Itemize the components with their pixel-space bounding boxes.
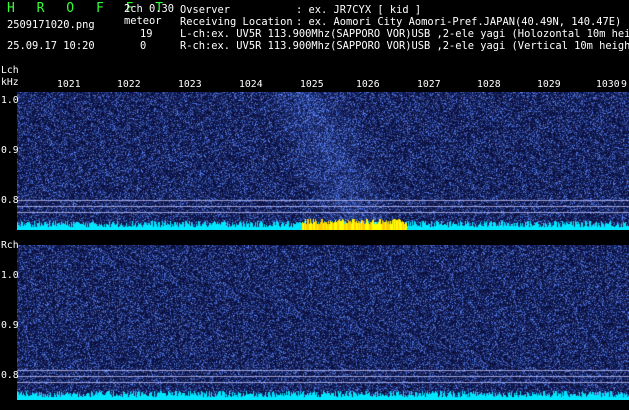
- observer-value: : ex. JR7CYX [ kid ]: [296, 4, 422, 16]
- lch-y-tick: 1.0: [1, 95, 19, 106]
- x-tick: 1026: [356, 79, 380, 90]
- rch-label: Rch: [1, 240, 19, 251]
- lch-y-tick: 0.9: [1, 145, 19, 156]
- datetime: 25.09.17 10:20: [7, 40, 95, 52]
- lch-info: L-ch:ex. UV5R 113.900Mhz(SAPPORO VOR)USB…: [180, 28, 629, 40]
- x-tick: 1030: [596, 79, 620, 90]
- lch-y-tick: 0.8: [1, 195, 19, 206]
- khz-label: kHz: [1, 77, 19, 88]
- x-tick: 1021: [57, 79, 81, 90]
- rch-y-tick: 1.0: [1, 270, 19, 281]
- rch-count: 0: [140, 40, 147, 52]
- rch-info: R-ch:ex. UV5R 113.900Mhz(SAPPORO VOR)USB…: [180, 40, 629, 52]
- x-tick: 1025: [300, 79, 324, 90]
- lch-label: Lch: [1, 65, 19, 76]
- x-tick: 1028: [477, 79, 501, 90]
- lch-count: 19: [140, 28, 153, 40]
- x-tick: 1022: [117, 79, 141, 90]
- rch-waterfall: [17, 245, 629, 400]
- x-tick: 1024: [239, 79, 263, 90]
- mode-label: 2ch 0.30: [124, 3, 175, 15]
- x-tick: 1023: [178, 79, 202, 90]
- rch-y-tick: 0.8: [1, 370, 19, 381]
- x-tick: 1027: [417, 79, 441, 90]
- rch-y-tick: 0.9: [1, 320, 19, 331]
- spectrogram-display: [0, 0, 629, 410]
- type-label: meteor: [124, 15, 162, 27]
- location-label: Receiving Location: [180, 16, 293, 28]
- x-tick: 1029: [537, 79, 561, 90]
- x-tick-edge: 9: [621, 79, 627, 90]
- lch-waterfall: [17, 92, 629, 230]
- location-value: : ex. Aomori City Aomori-Pref.JAPAN(40.4…: [296, 16, 622, 28]
- filename: 2509171020.png: [7, 19, 95, 31]
- observer-label: Ovserver: [180, 4, 231, 16]
